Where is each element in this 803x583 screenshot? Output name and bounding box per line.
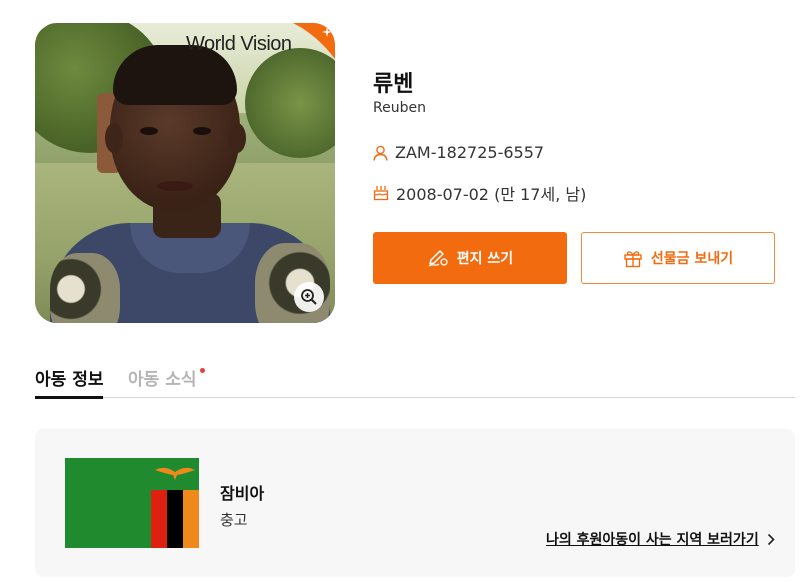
region-name: 충고 <box>220 511 248 529</box>
world-vision-star-icon <box>293 23 335 59</box>
send-gift-button[interactable]: 선물금 보내기 <box>581 232 775 284</box>
write-letter-label: 편지 쓰기 <box>456 251 514 267</box>
tab-child-info[interactable]: 아동 정보 <box>35 365 104 399</box>
zoom-photo-button[interactable] <box>294 282 324 312</box>
pen-icon <box>428 250 448 267</box>
gift-icon <box>624 251 642 268</box>
notification-dot <box>200 368 205 373</box>
zambia-flag <box>65 458 199 548</box>
profile-tabs: 아동 정보 아동 소식 <box>35 363 795 399</box>
child-id: ZAM-182725-6557 <box>395 143 545 162</box>
send-gift-label: 선물금 보내기 <box>650 251 734 267</box>
birthday: 2008-07-02 (만 17세, 남) <box>396 185 587 204</box>
child-english-name: Reuben <box>373 100 426 116</box>
world-vision-logo: World Vision <box>186 33 292 55</box>
country-name: 잠비아 <box>220 484 265 503</box>
tab-child-news[interactable]: 아동 소식 <box>128 365 196 390</box>
child-name: 류벤 <box>373 72 414 97</box>
child-id-row: ZAM-182725-6557 <box>373 143 544 162</box>
country-card: 잠비아 충고 나의 후원아동이 사는 지역 보러가기 <box>35 429 795 577</box>
zoom-in-icon <box>301 289 317 305</box>
child-profile-page: World Vision 류벤 Reuben ZAM-182725-6557 2… <box>0 0 803 583</box>
view-region-label: 나의 후원아동이 사는 지역 보러가기 <box>546 532 759 548</box>
cake-icon <box>373 186 389 201</box>
birthday-row: 2008-07-02 (만 17세, 남) <box>373 181 586 205</box>
person-icon <box>373 145 388 161</box>
eagle-icon <box>155 467 195 480</box>
write-letter-button[interactable]: 편지 쓰기 <box>373 232 567 284</box>
child-photo: World Vision <box>35 23 335 323</box>
view-region-link[interactable]: 나의 후원아동이 사는 지역 보러가기 <box>546 529 775 549</box>
chevron-right-icon <box>767 533 775 545</box>
